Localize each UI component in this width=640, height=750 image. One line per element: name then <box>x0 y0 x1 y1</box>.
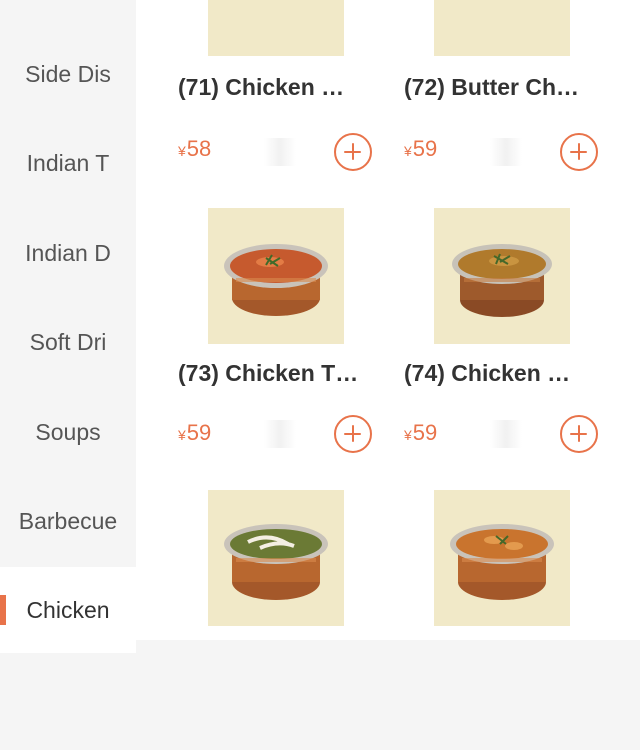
currency-symbol: ¥ <box>178 427 186 443</box>
sidebar-item-label: Indian T <box>26 149 110 176</box>
product-card[interactable] <box>404 490 614 750</box>
sidebar-item-chicken[interactable]: Chicken <box>0 567 136 653</box>
product-title: (72) Butter Ch… <box>404 74 580 100</box>
curry-bowl-image <box>450 524 554 600</box>
product-card[interactable]: (73) Chicken T… ¥ 59 <box>178 208 388 468</box>
product-title: (71) Chicken … <box>178 74 345 100</box>
product-image[interactable] <box>208 490 344 626</box>
price-value: 58 <box>186 136 212 161</box>
sidebar-item-label: Indian D <box>25 239 111 266</box>
plus-circle-icon[interactable] <box>560 133 598 171</box>
category-sidebar: Side Dis Indian T Indian D Soft Dri Soup… <box>0 0 136 653</box>
sidebar-item-label: Chicken <box>26 596 110 623</box>
product-card[interactable]: (72) Butter Ch… ¥ 59 <box>404 0 614 188</box>
curry-bowl-image <box>452 244 552 317</box>
price-value: 59 <box>186 420 212 445</box>
currency-symbol: ¥ <box>178 143 186 159</box>
sidebar-item-indian-t[interactable]: Indian T <box>0 127 136 199</box>
price-value: 59 <box>412 136 438 161</box>
plus-circle-icon[interactable] <box>334 133 372 171</box>
product-title: (73) Chicken T… <box>178 360 359 386</box>
plus-circle-icon[interactable] <box>334 415 372 453</box>
quantity-placeholder <box>264 420 296 448</box>
plus-circle-icon[interactable] <box>560 415 598 453</box>
sidebar-item-label: Side Dis <box>25 60 111 87</box>
sidebar-item-indian-d[interactable]: Indian D <box>0 217 136 289</box>
curry-bowl-image <box>224 244 328 316</box>
quantity-placeholder <box>490 138 522 166</box>
sidebar-item-side-dishes[interactable]: Side Dis <box>0 38 136 110</box>
product-image[interactable] <box>434 208 570 344</box>
curry-bowl-image <box>224 524 328 600</box>
product-price: ¥ 59 <box>404 420 437 446</box>
sidebar-item-barbecue[interactable]: Barbecue <box>0 485 136 557</box>
price-value: 59 <box>412 420 438 445</box>
quantity-placeholder <box>490 420 522 448</box>
active-indicator <box>0 595 6 625</box>
product-image[interactable] <box>434 490 570 626</box>
product-price: ¥ 59 <box>178 420 211 446</box>
product-image[interactable] <box>208 0 344 56</box>
sidebar-item-label: Soups <box>35 418 101 445</box>
product-image[interactable] <box>434 0 570 56</box>
product-card[interactable]: (74) Chicken … ¥ 59 <box>404 208 614 468</box>
product-card[interactable] <box>178 490 388 750</box>
product-price: ¥ 58 <box>178 136 211 162</box>
sidebar-item-soft-drinks[interactable]: Soft Dri <box>0 306 136 378</box>
product-card[interactable]: (71) Chicken … ¥ 58 <box>178 0 388 188</box>
product-price: ¥ 59 <box>404 136 437 162</box>
product-image[interactable] <box>208 208 344 344</box>
sidebar-item-label: Barbecue <box>18 507 118 534</box>
quantity-placeholder <box>264 138 296 166</box>
product-grid: (71) Chicken … ¥ 58 (72) Butter Ch… ¥ 59 <box>136 0 640 640</box>
product-title: (74) Chicken … <box>404 360 571 386</box>
sidebar-item-soups[interactable]: Soups <box>0 396 136 468</box>
sidebar-item-label: Soft Dri <box>29 328 107 355</box>
currency-symbol: ¥ <box>404 143 412 159</box>
currency-symbol: ¥ <box>404 427 412 443</box>
